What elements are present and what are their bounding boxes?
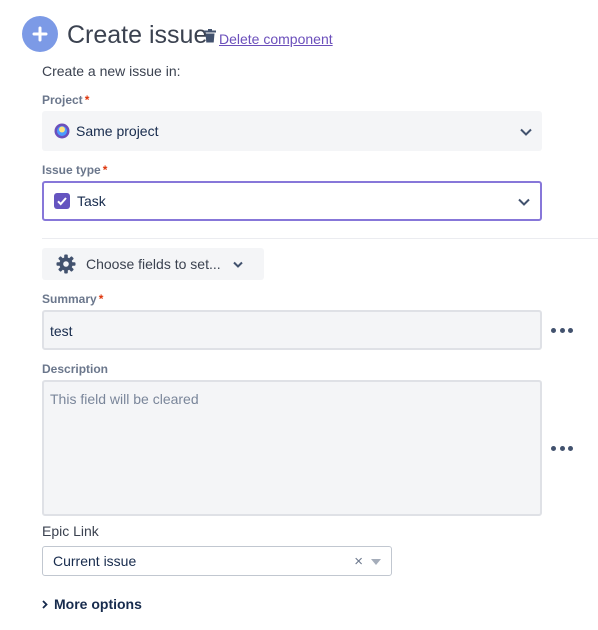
- description-input[interactable]: This field will be cleared: [42, 380, 542, 516]
- description-more-icon[interactable]: [551, 443, 573, 453]
- project-value: Same project: [76, 123, 159, 139]
- issue-type-label: Issue type *: [42, 163, 108, 177]
- more-options-toggle[interactable]: More options: [42, 596, 142, 612]
- epic-link-label: Epic Link: [42, 523, 99, 539]
- project-label: Project *: [42, 93, 90, 107]
- delete-component-link[interactable]: Delete component: [219, 31, 333, 47]
- chevron-down-icon: [520, 123, 532, 139]
- intro-text: Create a new issue in:: [42, 63, 181, 79]
- page-title: Create issue: [67, 21, 208, 49]
- epic-link-select[interactable]: Current issue ×: [42, 546, 392, 576]
- chevron-down-icon: [518, 193, 530, 209]
- summary-more-icon[interactable]: [551, 325, 573, 335]
- project-select[interactable]: Same project: [42, 111, 542, 151]
- issue-type-select[interactable]: Task: [42, 181, 542, 221]
- issue-type-value: Task: [77, 193, 106, 209]
- delete-component[interactable]: Delete component: [204, 29, 333, 48]
- gear-icon: [56, 254, 76, 274]
- more-options-label: More options: [54, 596, 142, 612]
- trash-icon: [204, 29, 216, 48]
- task-checkbox-icon: [54, 193, 70, 209]
- clear-icon[interactable]: ×: [354, 553, 363, 570]
- summary-input[interactable]: test: [42, 310, 542, 350]
- choose-fields-button[interactable]: Choose fields to set...: [42, 248, 264, 280]
- project-avatar-icon: [54, 123, 70, 139]
- plus-icon: [22, 16, 58, 52]
- epic-link-value: Current issue: [53, 553, 137, 569]
- chevron-right-icon: [42, 599, 48, 609]
- divider: [42, 238, 598, 239]
- choose-fields-label: Choose fields to set...: [86, 256, 221, 272]
- dropdown-arrow-icon[interactable]: [371, 559, 381, 565]
- summary-label: Summary *: [42, 292, 104, 306]
- description-label: Description: [42, 362, 109, 376]
- chevron-down-icon: [232, 261, 243, 268]
